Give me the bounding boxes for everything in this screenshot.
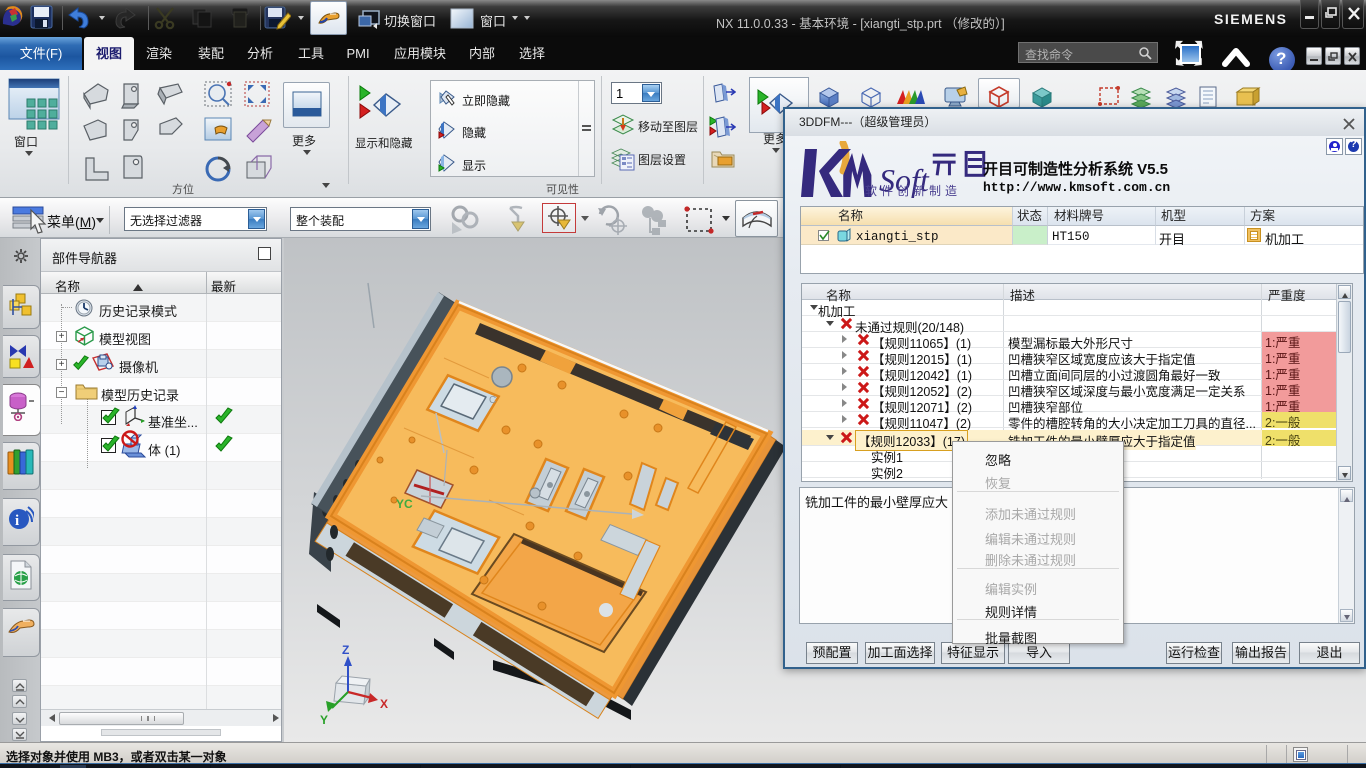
svg-text:Z: Z [342,643,349,657]
svg-text:X: X [380,697,388,711]
svg-text:i: i [15,513,19,529]
svg-text:YC: YC [396,497,413,511]
svg-text:C: C [489,395,496,406]
svg-text:Y: Y [320,713,328,727]
